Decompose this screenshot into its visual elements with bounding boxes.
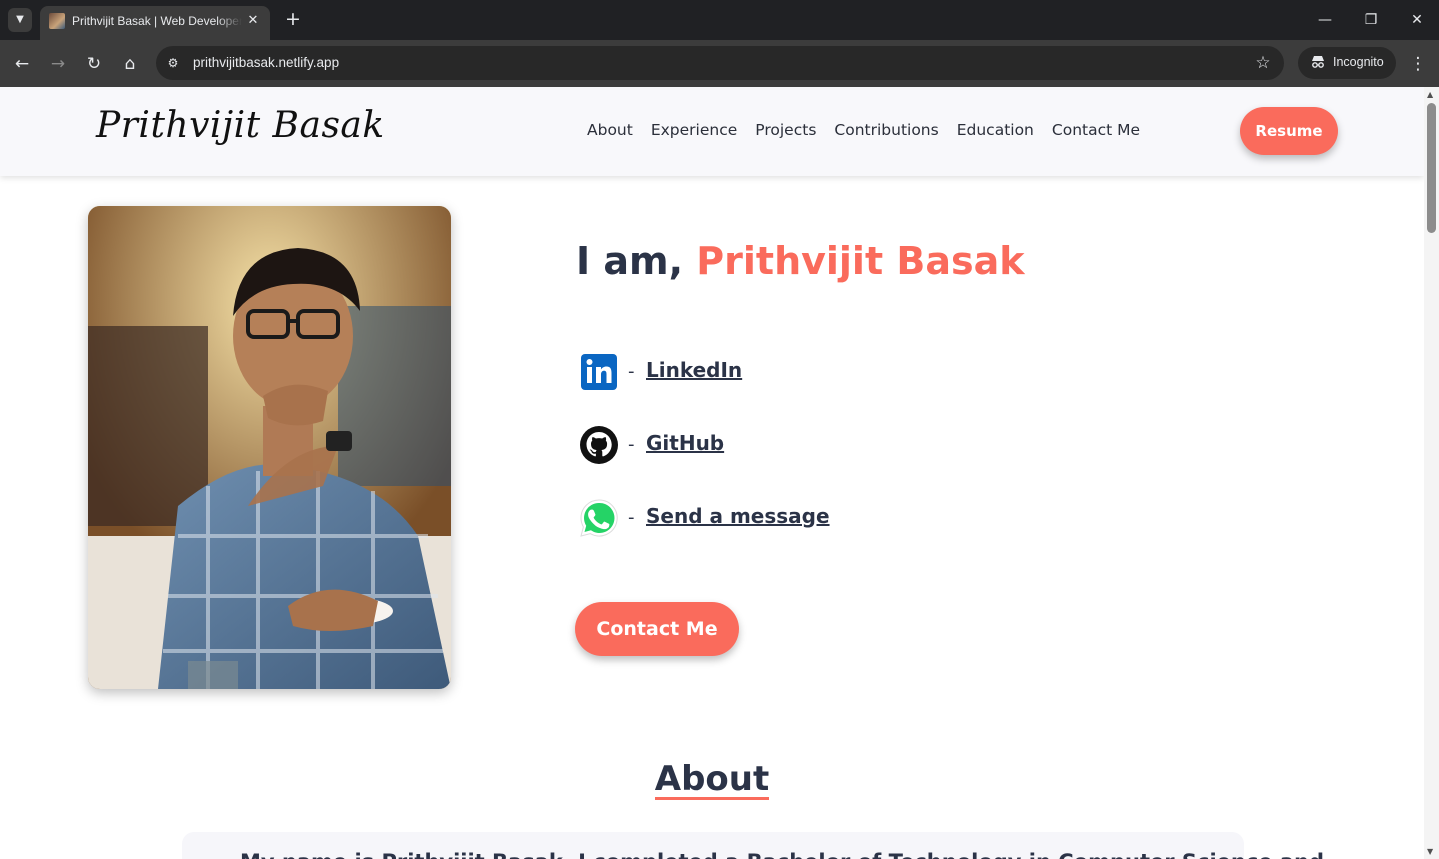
incognito-icon xyxy=(1309,54,1327,72)
star-icon[interactable]: ☆ xyxy=(1252,52,1274,74)
tab-title: Prithvijit Basak | Web Developer xyxy=(72,14,242,28)
social-whatsapp: - Send a message xyxy=(578,497,898,539)
about-heading-text: About xyxy=(654,759,770,800)
social-linkedin: - LinkedIn xyxy=(578,351,878,393)
social-github: - GitHub xyxy=(578,424,878,466)
plus-icon[interactable]: + xyxy=(282,8,304,30)
reload-icon[interactable]: ↻ xyxy=(80,50,108,78)
separator-dash: - xyxy=(628,434,635,455)
hero-title: I am, Prithvijit Basak xyxy=(576,239,1025,283)
linkedin-link[interactable]: LinkedIn xyxy=(646,358,742,382)
scrollbar-thumb[interactable] xyxy=(1427,103,1436,233)
page-scrollbar[interactable]: ▲ ▼ xyxy=(1424,87,1439,859)
close-icon[interactable]: ✕ xyxy=(244,12,262,30)
address-bar[interactable]: ⚙ prithvijitbasak.netlify.app ☆ xyxy=(156,46,1284,80)
site-logo[interactable]: Prithvijit Basak xyxy=(96,105,385,146)
site-navbar: Prithvijit Basak About Experience Projec… xyxy=(0,87,1424,176)
whatsapp-icon[interactable] xyxy=(578,497,620,539)
arrow-right-icon[interactable]: → xyxy=(44,50,72,78)
scroll-down-icon[interactable]: ▼ xyxy=(1427,847,1433,856)
about-card: My name is Prithvijit Basak. I completed… xyxy=(182,832,1324,859)
hero-prefix: I am, xyxy=(576,239,697,283)
whatsapp-link[interactable]: Send a message xyxy=(646,504,830,528)
nav-links: About Experience Projects Contributions … xyxy=(587,121,1158,139)
close-window-icon[interactable]: ✕ xyxy=(1402,8,1432,32)
hero-name: Prithvijit Basak xyxy=(696,239,1025,283)
nav-link-about[interactable]: About xyxy=(587,121,633,139)
scroll-up-icon[interactable]: ▲ xyxy=(1427,90,1433,99)
profile-photo xyxy=(88,206,451,689)
kebab-icon[interactable]: ⋮ xyxy=(1406,50,1430,78)
url-text[interactable]: prithvijitbasak.netlify.app xyxy=(193,55,339,70)
resume-button[interactable]: Resume xyxy=(1240,107,1338,155)
browser-toolbar: ← → ↻ ⌂ ⚙ prithvijitbasak.netlify.app ☆ … xyxy=(0,40,1439,87)
separator-dash: - xyxy=(628,361,635,382)
about-text: My name is Prithvijit Basak. I completed… xyxy=(240,850,1324,859)
page-viewport: Prithvijit Basak About Experience Projec… xyxy=(0,87,1439,859)
browser-tab[interactable]: Prithvijit Basak | Web Developer ✕ xyxy=(40,6,270,40)
browser-tab-bar: ▼ Prithvijit Basak | Web Developer ✕ + —… xyxy=(0,0,1439,40)
separator-dash: - xyxy=(628,507,635,528)
nav-link-projects[interactable]: Projects xyxy=(755,121,816,139)
tune-icon[interactable]: ⚙ xyxy=(164,54,182,72)
minimize-icon[interactable]: — xyxy=(1310,8,1340,32)
arrow-left-icon[interactable]: ← xyxy=(8,50,36,78)
nav-link-contact[interactable]: Contact Me xyxy=(1052,121,1140,139)
nav-link-experience[interactable]: Experience xyxy=(651,121,737,139)
contact-me-button[interactable]: Contact Me xyxy=(575,602,739,656)
incognito-badge[interactable]: Incognito xyxy=(1298,47,1396,79)
restore-icon[interactable]: ❐ xyxy=(1356,8,1386,32)
about-heading: About xyxy=(0,759,1424,800)
home-icon[interactable]: ⌂ xyxy=(116,50,144,78)
github-link[interactable]: GitHub xyxy=(646,431,724,455)
chevron-down-icon[interactable]: ▼ xyxy=(8,8,32,32)
nav-link-education[interactable]: Education xyxy=(957,121,1034,139)
incognito-label: Incognito xyxy=(1333,55,1384,69)
tab-favicon xyxy=(49,13,65,29)
github-icon[interactable] xyxy=(578,424,620,466)
linkedin-icon[interactable] xyxy=(578,351,620,393)
nav-link-contributions[interactable]: Contributions xyxy=(834,121,938,139)
